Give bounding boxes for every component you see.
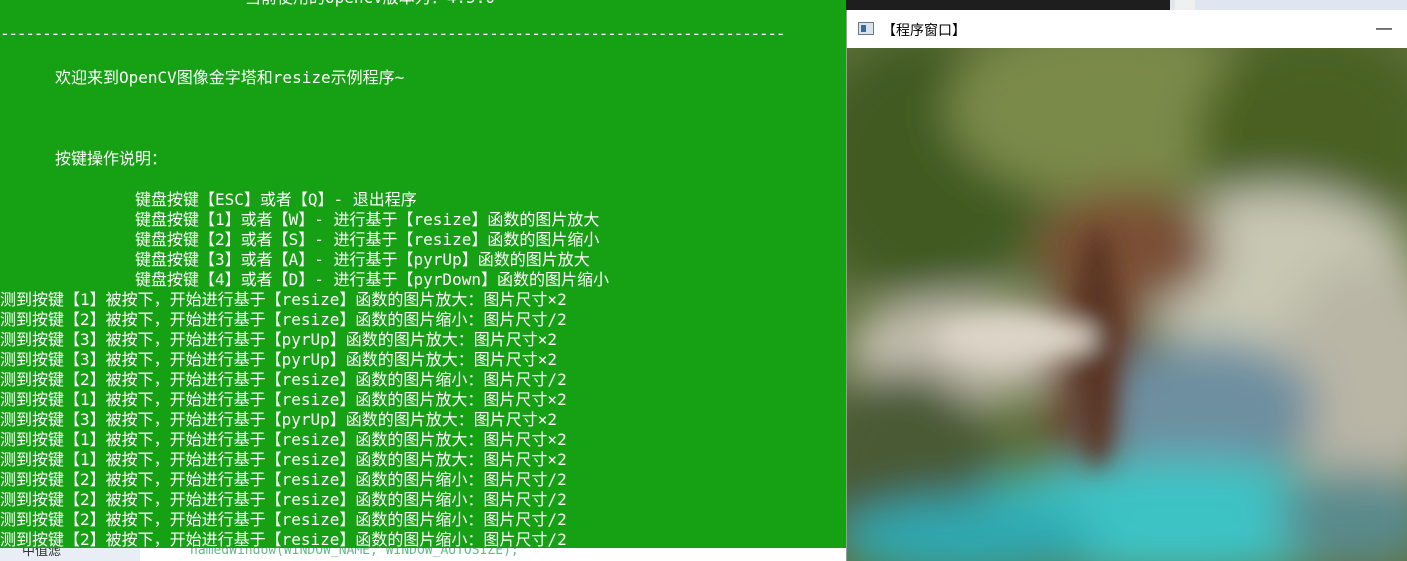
opencv-version-line: 当前使用的OpenCV版本为：4.5.0 <box>245 0 495 8</box>
log-line: 检测到按键【3】被按下，开始进行基于【pyrUp】函数的图片放大：图片尺寸×2 <box>0 410 558 429</box>
log-line: 检测到按键【2】被按下，开始进行基于【resize】函数的图片缩小：图片尺寸/2 <box>0 470 567 489</box>
key-instruction-line: 键盘按键【1】或者【W】- 进行基于【resize】函数的图片放大 <box>135 210 600 229</box>
key-instruction-line: 键盘按键【3】或者【A】- 进行基于【pyrUp】函数的图片放大 <box>135 250 590 269</box>
opencv-program-window[interactable]: 【程序窗口】 — <box>846 10 1407 561</box>
log-line: 检测到按键【1】被按下，开始进行基于【resize】函数的图片放大：图片尺寸×2 <box>0 290 567 309</box>
log-line: 检测到按键【3】被按下，开始进行基于【pyrUp】函数的图片放大：图片尺寸×2 <box>0 350 558 369</box>
key-instruction-line: 键盘按键【2】或者【S】- 进行基于【resize】函数的图片缩小 <box>135 230 600 249</box>
log-line: 检测到按键【1】被按下，开始进行基于【resize】函数的图片放大：图片尺寸×2 <box>0 390 567 409</box>
minimize-button[interactable]: — <box>1361 10 1407 48</box>
log-line: 检测到按键【1】被按下，开始进行基于【resize】函数的图片放大：图片尺寸×2 <box>0 430 567 449</box>
key-operations-title: 按键操作说明： <box>55 149 168 168</box>
key-instruction-line: 键盘按键【ESC】或者【Q】- 退出程序 <box>135 190 417 209</box>
key-instruction-line: 键盘按键【4】或者【D】- 进行基于【pyrDown】函数的图片缩小 <box>135 270 609 289</box>
key-event-log: 检测到按键【1】被按下，开始进行基于【resize】函数的图片放大：图片尺寸×2… <box>0 290 567 548</box>
blurred-photo <box>847 48 1407 561</box>
welcome-message: 欢迎来到OpenCV图像金字塔和resize示例程序~ <box>55 68 405 87</box>
log-line: 检测到按键【2】被按下，开始进行基于【resize】函数的图片缩小：图片尺寸/2 <box>0 310 567 329</box>
console-window[interactable]: 当前使用的OpenCV版本为：4.5.0 -------------------… <box>0 0 846 548</box>
separator-line: ----------------------------------------… <box>0 24 785 43</box>
app-window-icon <box>858 22 874 35</box>
blurred-image-display <box>847 48 1407 561</box>
log-line: 检测到按键【1】被按下，开始进行基于【resize】函数的图片放大：图片尺寸×2 <box>0 450 567 469</box>
log-line: 检测到按键【2】被按下，开始进行基于【resize】函数的图片缩小：图片尺寸/2 <box>0 490 567 509</box>
key-instructions: 键盘按键【ESC】或者【Q】- 退出程序 键盘按键【1】或者【W】- 进行基于【… <box>135 190 609 290</box>
log-line: 检测到按键【2】被按下，开始进行基于【resize】函数的图片缩小：图片尺寸/2 <box>0 370 567 389</box>
window-title: 【程序窗口】 <box>882 22 966 38</box>
log-line: 检测到按键【2】被按下，开始进行基于【resize】函数的图片缩小：图片尺寸/2 <box>0 510 567 529</box>
log-line: 检测到按键【2】被按下，开始进行基于【resize】函数的图片缩小：图片尺寸/2 <box>0 530 567 548</box>
log-line: 检测到按键【3】被按下，开始进行基于【pyrUp】函数的图片放大：图片尺寸×2 <box>0 330 558 349</box>
window-titlebar[interactable]: 【程序窗口】 — <box>847 10 1407 48</box>
